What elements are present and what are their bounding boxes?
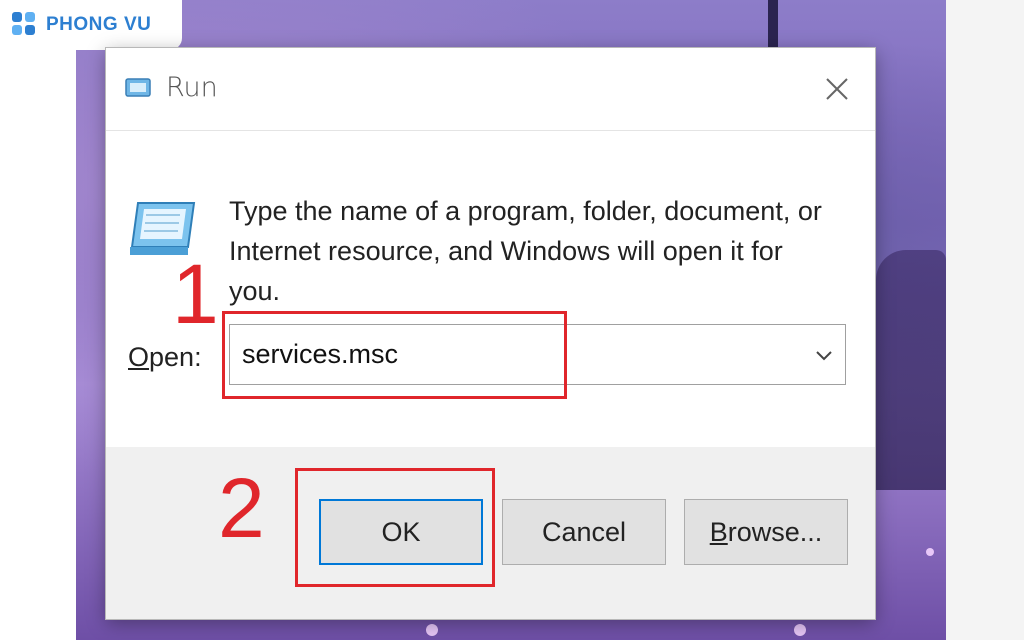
open-label-accelerator: O (128, 342, 150, 372)
dialog-title: Run (166, 72, 218, 103)
logo-text: PHONG VU (46, 14, 152, 35)
browse-accelerator: B (709, 516, 728, 547)
step-1-number: 1 (172, 247, 219, 341)
browse-button[interactable]: Browse... (684, 499, 848, 565)
brand-logo: PHONG VU (0, 0, 182, 50)
title-bar[interactable]: Run (106, 48, 875, 131)
wallpaper-figure (876, 250, 946, 490)
open-label-text: pen: (149, 342, 202, 372)
logo-icon (12, 12, 38, 38)
right-margin (946, 0, 1024, 640)
dialog-content: Type the name of a program, folder, docu… (106, 131, 875, 447)
run-icon (125, 78, 151, 97)
browse-label: rowse... (727, 516, 823, 547)
step-2-highlight (295, 468, 495, 587)
close-icon (826, 78, 848, 100)
open-label: Open: (128, 342, 202, 373)
close-button[interactable] (813, 66, 861, 112)
chevron-down-icon[interactable] (813, 345, 835, 365)
step-2-number: 2 (218, 461, 265, 555)
cancel-button[interactable]: Cancel (502, 499, 666, 565)
dialog-description: Type the name of a program, folder, docu… (229, 196, 822, 306)
step-1-highlight (222, 311, 567, 399)
